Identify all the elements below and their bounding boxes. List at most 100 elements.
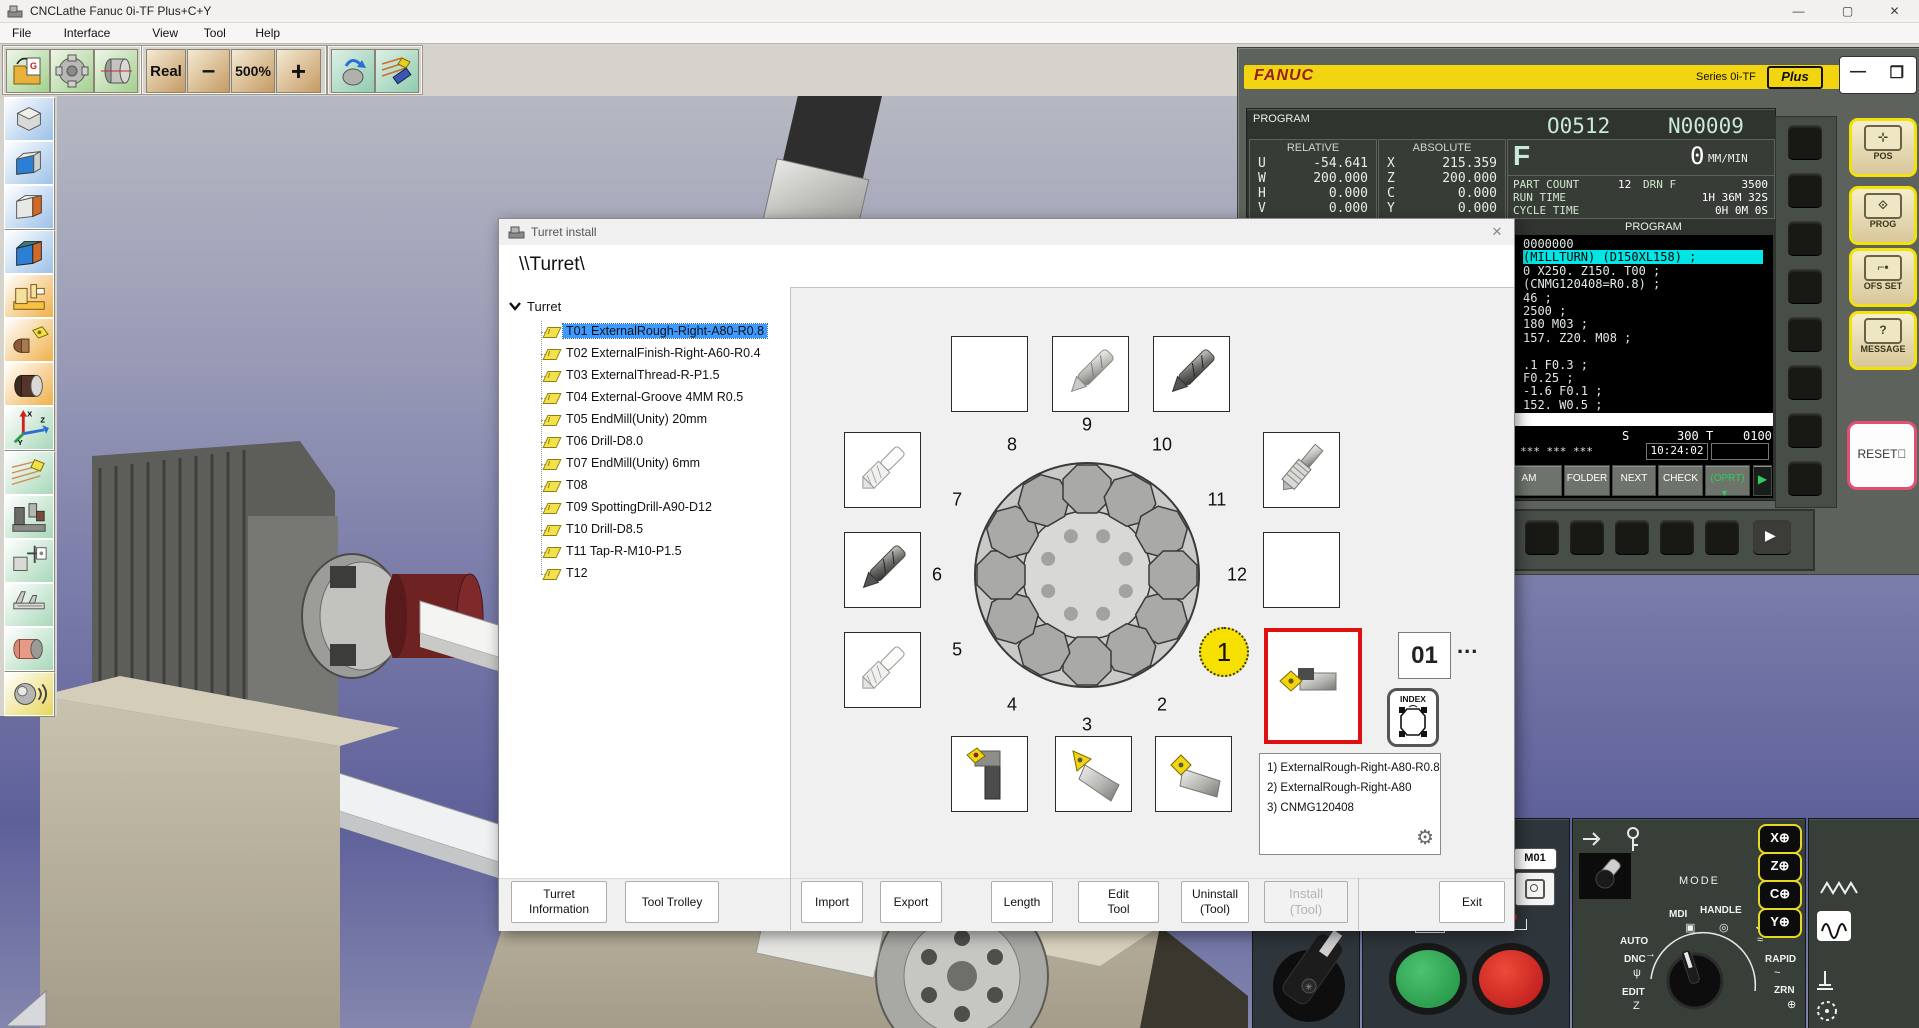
tree-item-T01[interactable]: T01 ExternalRough-Right-A80-R0.8 [499,321,790,343]
menu-view[interactable]: View [148,25,182,41]
selected-tool-box[interactable] [1264,628,1362,744]
axis-x-button[interactable]: X⊕ [1758,824,1802,854]
menu-file[interactable]: File [8,25,35,41]
sidebar-workpiece-chuck-icon[interactable] [4,362,54,406]
station-2-box[interactable] [1155,736,1232,812]
exit-button[interactable]: Exit [1439,881,1505,923]
import-button[interactable]: Import [801,881,863,923]
tree-root-node[interactable]: Turret [509,299,561,314]
sidebar-view-side-box-icon[interactable] [4,185,54,229]
pos-key[interactable]: ⊹POS [1849,118,1917,177]
station-number-field[interactable]: 01 [1398,632,1451,679]
menu-tool[interactable]: Tool [200,25,230,41]
mdi-key[interactable] [1788,173,1822,207]
reset-key[interactable]: RESET⃥ [1847,421,1917,490]
panel-minimize-icon[interactable]: — [1850,63,1866,81]
menu-help[interactable]: Help [251,25,284,41]
sidebar-view-colored-box-icon[interactable] [4,230,54,274]
station-11-box[interactable] [1263,432,1340,508]
edit-key[interactable] [1660,520,1694,554]
tree-item-T11[interactable]: T11 Tap-R-M10-P1.5 [499,541,790,563]
more-button[interactable]: ... [1457,633,1478,659]
export-button[interactable]: Export [880,881,942,923]
edit-key[interactable] [1615,520,1649,554]
station-9-box[interactable] [1052,336,1129,412]
station-10-box[interactable] [1153,336,1230,412]
sidebar-toolpath-insert-icon[interactable] [4,451,54,495]
tree-item-T07[interactable]: T07 EndMill(Unity) 6mm [499,453,790,475]
axis-c-button[interactable]: C⊕ [1758,880,1802,910]
toolpath-button[interactable] [375,49,419,93]
turret-setup-button[interactable] [50,49,94,93]
softkey-folder[interactable]: FOLDER [1564,465,1610,496]
station-8-box[interactable] [951,336,1028,412]
mdi-key[interactable] [1788,221,1822,255]
open-gcode-button[interactable]: G [6,49,50,93]
gear-icon[interactable]: ⚙ [1416,825,1434,850]
edit-key[interactable] [1705,520,1739,554]
cycle-start-button[interactable] [1389,943,1467,1015]
softkey-next-page[interactable]: ▶ [1753,465,1772,496]
softkey-check[interactable]: CHECK [1658,465,1703,496]
cycle-stop-button[interactable] [1472,943,1550,1015]
turret-wheel[interactable] [947,435,1227,715]
length-button[interactable]: Length [991,881,1053,923]
axis-z-button[interactable]: Z⊕ [1758,852,1802,882]
rotate-workpiece-button[interactable] [331,49,375,93]
mdi-key[interactable] [1788,125,1822,159]
turret-information-button[interactable]: TurretInformation [511,881,607,923]
sidebar-axes-xyz-icon[interactable]: XZY [4,406,54,450]
station-5-box[interactable] [844,632,921,708]
m01-button[interactable] [1515,872,1555,906]
edit-key[interactable] [1570,520,1604,554]
uninstall-tool-button[interactable]: Uninstall(Tool) [1181,881,1249,923]
rotary-switch-icon[interactable]: ✳ [1263,924,1349,1024]
ofs-set-key[interactable]: ⌐•OFS SET [1849,248,1917,307]
close-button[interactable]: ✕ [1872,0,1917,22]
station-6-box[interactable] [844,532,921,608]
message-key[interactable]: ?MESSAGE [1849,311,1917,370]
prog-key[interactable]: ⟐PROG [1849,186,1917,245]
real-scale-button[interactable]: Real [146,49,186,93]
program-protect-switch[interactable] [1579,853,1631,899]
tree-item-T04[interactable]: T04 External-Groove 4MM R0.5 [499,387,790,409]
tree-item-T10[interactable]: T10 Drill-D8.5 [499,519,790,541]
station-3-box[interactable] [1055,736,1132,812]
sidebar-chuck-insert-icon[interactable] [4,318,54,362]
tree-item-T05[interactable]: T05 EndMill(Unity) 20mm [499,409,790,431]
install-tool-button[interactable]: Install(Tool) [1264,881,1348,923]
mdi-key[interactable] [1788,461,1822,495]
tree-item-T03[interactable]: T03 ExternalThread-R-P1.5 [499,365,790,387]
minimize-button[interactable]: — [1776,0,1821,22]
tree-item-T12[interactable]: T12 [499,563,790,585]
sidebar-sound-icon[interactable] [4,672,54,716]
index-button[interactable]: INDEX [1387,688,1439,747]
tree-item-T09[interactable]: T09 SpottingDrill-A90-D12 [499,497,790,519]
sidebar-machine-view-icon[interactable] [4,274,54,318]
mdi-key[interactable] [1788,317,1822,351]
mdi-key[interactable] [1788,365,1822,399]
menu-interface[interactable]: Interface [60,25,115,41]
chuck-view-button[interactable] [94,49,138,93]
edit-tool-button[interactable]: EditTool [1078,881,1159,923]
zoom-out-button[interactable]: – [187,49,230,93]
sidebar-tool-measure-icon[interactable] [4,539,54,583]
mdi-key[interactable] [1788,413,1822,447]
tree-item-T02[interactable]: T02 ExternalFinish-Right-A60-R0.4 [499,343,790,365]
dialog-close-icon[interactable]: ✕ [1488,224,1506,240]
sidebar-caliper-icon[interactable] [4,583,54,627]
edit-key[interactable] [1525,520,1559,554]
tree-item-T08[interactable]: T08 [499,475,790,497]
station-7-box[interactable] [844,432,921,508]
softkey-oprt[interactable]: (OPRT)▼ [1705,465,1750,496]
tree-item-T06[interactable]: T06 Drill-D8.0 [499,431,790,453]
maximize-button[interactable]: ▢ [1825,0,1870,22]
axis-y-button[interactable]: Y⊕ [1758,908,1802,938]
zoom-in-button[interactable]: + [276,49,321,93]
dialog-title-bar[interactable]: Turret install ✕ [499,219,1514,246]
tool-trolley-button[interactable]: Tool Trolley [625,881,719,923]
panel-maximize-icon[interactable]: ❐ [1890,63,1904,83]
softkey-next[interactable]: NEXT [1612,465,1656,496]
play-key[interactable]: ▶ [1753,520,1791,554]
sidebar-view-iso-box-icon[interactable] [4,97,54,141]
